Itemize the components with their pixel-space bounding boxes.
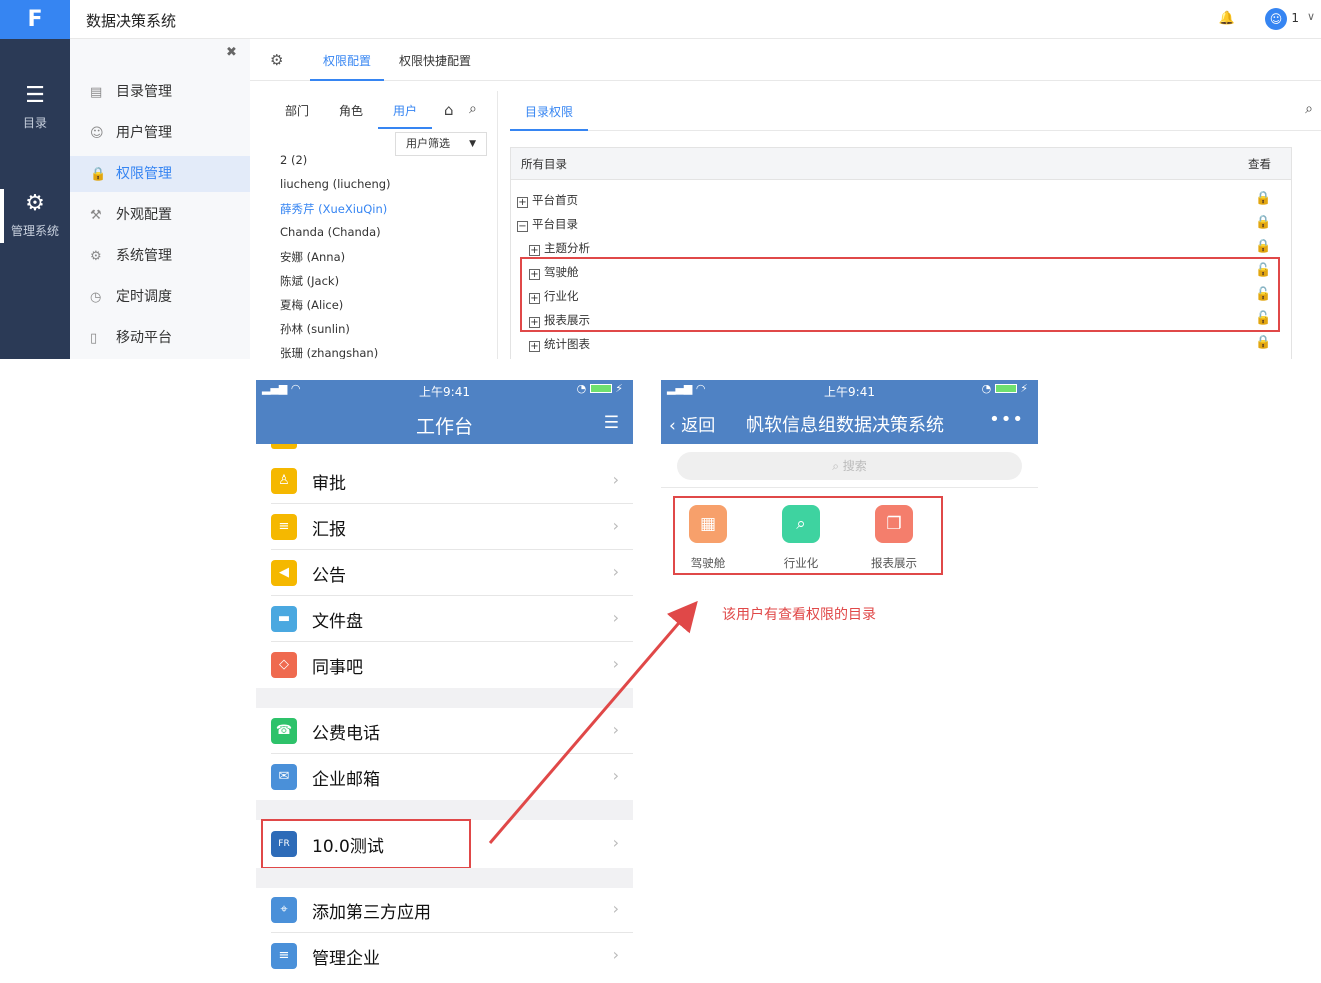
annotation-arrow bbox=[488, 600, 698, 844]
annotation-text: 该用户有查看权限的目录 bbox=[722, 607, 876, 623]
